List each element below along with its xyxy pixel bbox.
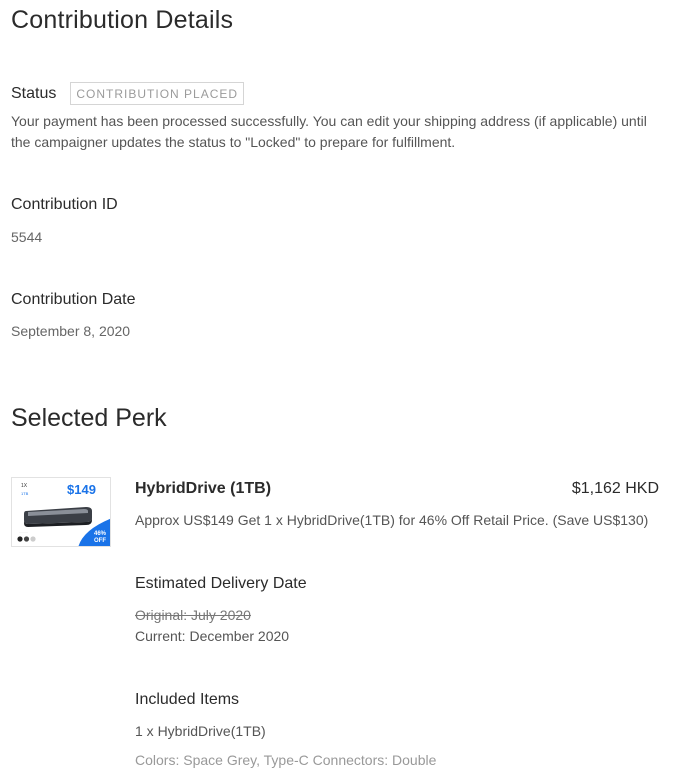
hybrid-drive-icon — [24, 507, 92, 527]
status-badge: CONTRIBUTION PLACED — [70, 82, 245, 105]
svg-text:·········: ········· — [19, 530, 28, 534]
discount-percent: 46% — [94, 531, 107, 537]
contribution-id-label: Contribution ID — [11, 196, 118, 213]
perk-name: HybridDrive (1TB) — [135, 480, 272, 497]
selected-perk-title: Selected Perk — [11, 404, 167, 432]
delivery-current: Current: December 2020 — [135, 628, 290, 644]
perk-image[interactable]: 1X 1TB $149 ········· 46% OFF — [11, 477, 111, 547]
contribution-date-value: September 8, 2020 — [11, 323, 131, 339]
delivery-date-label: Estimated Delivery Date — [135, 575, 307, 592]
included-items-label: Included Items — [135, 691, 240, 708]
perk-price: $1,162 HKD — [571, 480, 659, 497]
page-title: Contribution Details — [11, 6, 234, 34]
contribution-id-value: 5544 — [11, 229, 43, 245]
discount-off: OFF — [94, 538, 106, 544]
status-row: Status CONTRIBUTION PLACED — [11, 82, 245, 105]
included-item-options: Colors: Space Grey, Type-C Connectors: D… — [135, 752, 437, 768]
color-swatch-black-icon — [17, 536, 23, 542]
perk-image-qty: 1X — [21, 483, 28, 489]
included-item: 1 x HybridDrive(1TB) — [135, 723, 266, 739]
contribution-date-label: Contribution Date — [11, 291, 136, 308]
delivery-original: Original: July 2020 — [135, 607, 251, 623]
perk-image-capacity: 1TB — [21, 491, 29, 496]
color-swatch-silver-icon — [30, 536, 36, 542]
perk-image-price: $149 — [67, 482, 96, 497]
color-swatch-grey-icon — [23, 536, 30, 542]
status-label: Status — [11, 84, 57, 102]
status-description: Your payment has been processed successf… — [11, 113, 647, 150]
perk-description: Approx US$149 Get 1 x HybridDrive(1TB) f… — [135, 512, 649, 528]
